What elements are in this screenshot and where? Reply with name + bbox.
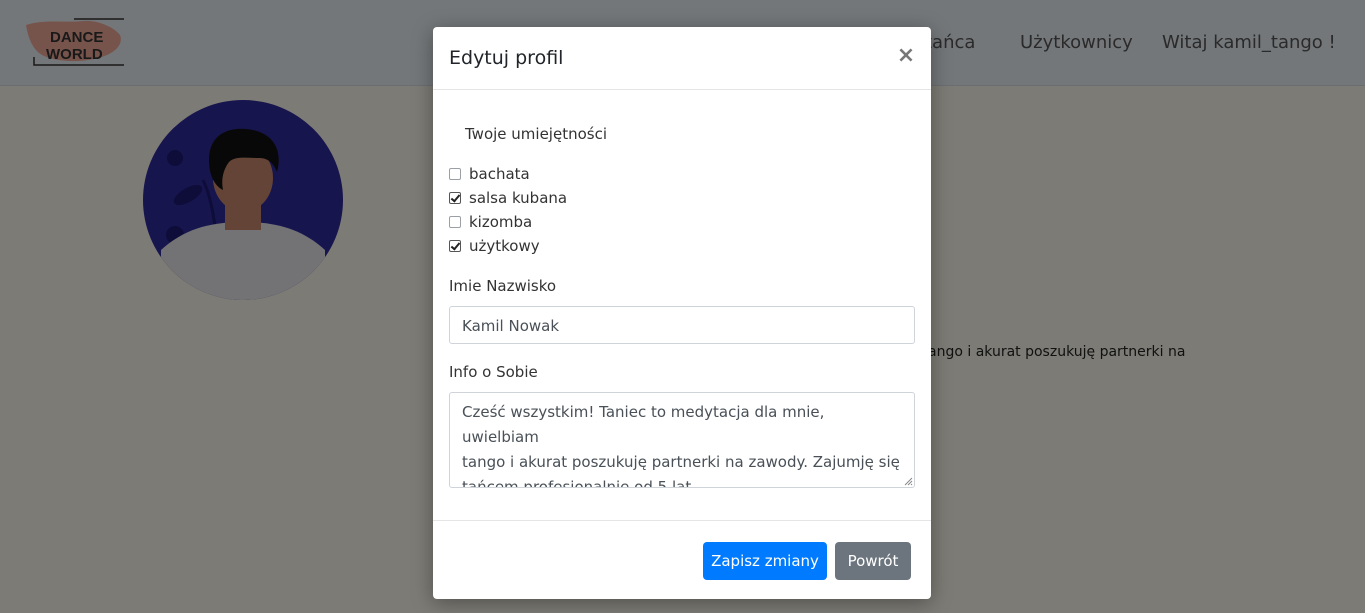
about-label: Info o Sobie	[449, 363, 538, 381]
checkbox[interactable]	[449, 216, 461, 228]
skill-label: salsa kubana	[469, 189, 568, 207]
save-changes-button[interactable]: Zapisz zmiany	[703, 542, 827, 580]
edit-profile-modal: Edytuj profil × Twoje umiejętności bacha…	[433, 27, 931, 599]
checkbox-checked[interactable]	[449, 192, 461, 204]
skill-label: bachata	[469, 165, 530, 183]
name-label: Imie Nazwisko	[449, 277, 557, 295]
about-line: Cześć wszystkim! Taniec to medytacja dla…	[462, 403, 825, 446]
skills-title: Twoje umiejętności	[465, 125, 607, 143]
skill-label: kizomba	[469, 213, 533, 231]
back-button[interactable]: Powrót	[835, 542, 911, 580]
skill-option-bachata[interactable]: bachata	[449, 164, 530, 184]
close-icon[interactable]: ×	[895, 45, 917, 67]
checkbox[interactable]	[449, 168, 461, 180]
modal-footer: Zapisz zmiany Powrót	[433, 520, 931, 599]
about-textarea[interactable]: Cześć wszystkim! Taniec to medytacja dla…	[449, 392, 915, 488]
modal-header: Edytuj profil ×	[433, 27, 931, 90]
about-line: tango i akurat poszukuję partnerki na za…	[462, 453, 900, 471]
about-line: tańcem profesjonalnie od 5 lat.	[462, 478, 696, 488]
skill-option-kizomba[interactable]: kizomba	[449, 212, 532, 232]
skill-option-salsa-kubana[interactable]: salsa kubana	[449, 188, 567, 208]
skill-label: użytkowy	[469, 237, 540, 255]
skill-option-uzytkowy[interactable]: użytkowy	[449, 236, 540, 256]
name-input[interactable]: Kamil Nowak	[449, 306, 915, 344]
resize-grip-icon[interactable]	[903, 476, 913, 486]
modal-title: Edytuj profil	[449, 47, 564, 69]
checkbox-checked[interactable]	[449, 240, 461, 252]
